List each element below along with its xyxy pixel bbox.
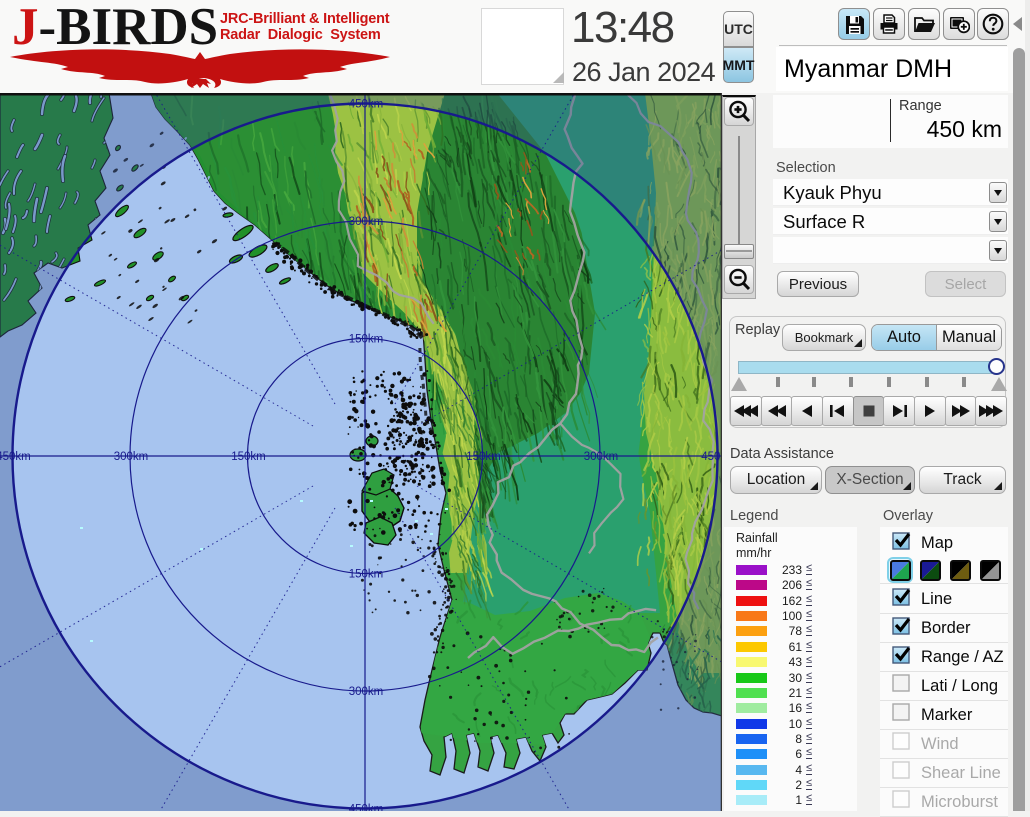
svg-text:150km: 150km <box>466 451 501 463</box>
svg-text:300km: 300km <box>114 451 149 463</box>
svg-text:300km: 300km <box>584 451 619 463</box>
svg-text:450km: 450km <box>0 451 31 463</box>
svg-text:450km: 450km <box>701 451 722 463</box>
svg-text:450km: 450km <box>349 804 384 812</box>
svg-text:150km: 150km <box>231 451 266 463</box>
svg-text:150km: 150km <box>349 334 384 346</box>
svg-text:150km: 150km <box>349 569 384 581</box>
svg-text:300km: 300km <box>349 686 384 698</box>
svg-text:450km: 450km <box>349 99 384 111</box>
svg-text:300km: 300km <box>349 216 384 228</box>
